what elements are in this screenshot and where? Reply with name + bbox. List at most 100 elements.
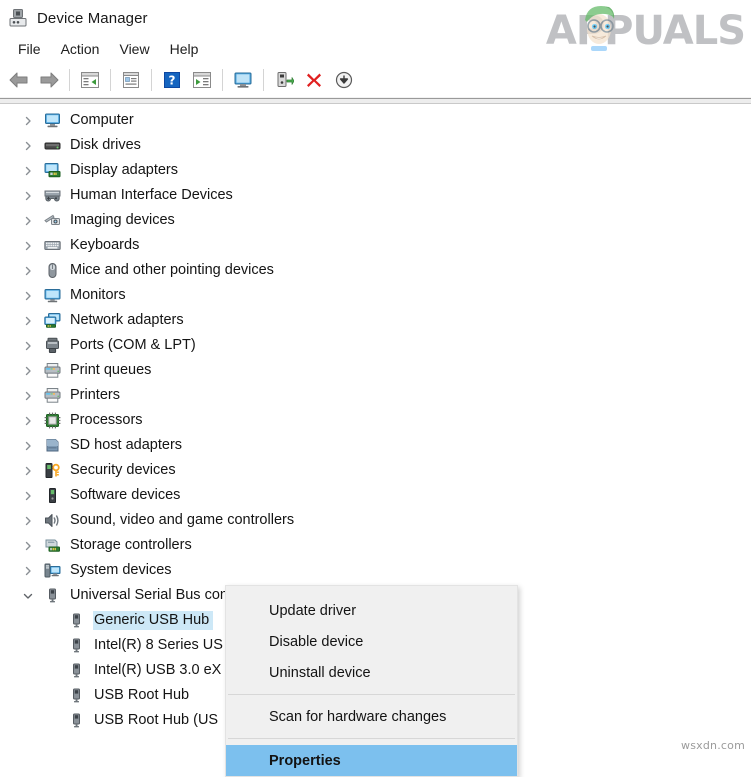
tree-item-label: Sound, video and game controllers [70,512,295,528]
security-device-icon [44,462,61,479]
usb-icon [68,712,85,729]
tree-item-software-devices[interactable]: Software devices [0,483,751,508]
context-menu-item-scan-for-hardware-changes[interactable]: Scan for hardware changes [226,701,517,732]
toolbar-separator [110,68,111,91]
toolbar-separator [69,68,70,91]
tree-item-keyboards[interactable]: Keyboards [0,233,751,258]
imaging-device-icon [44,212,61,229]
context-menu-item-properties[interactable]: Properties [226,745,517,776]
tree-item-label: Intel(R) 8 Series US [94,637,223,653]
show-hide-action-pane-icon[interactable] [187,66,217,94]
disable-device-icon[interactable] [329,66,359,94]
tree-item-ports-com-lpt[interactable]: Ports (COM & LPT) [0,333,751,358]
network-adapter-icon [44,312,61,329]
chevron-right-icon[interactable] [20,433,36,458]
menu-item-action[interactable]: Action [51,39,110,59]
tree-item-storage-controllers[interactable]: Storage controllers [0,533,751,558]
tree-item-print-queues[interactable]: Print queues [0,358,751,383]
tree-item-computer[interactable]: Computer [0,108,751,133]
printer-icon [44,387,61,404]
tree-item-label: System devices [70,562,172,578]
chevron-down-icon[interactable] [20,583,36,608]
tree-item-label: Network adapters [70,312,184,328]
chevron-right-icon[interactable] [20,508,36,533]
port-icon [44,337,61,354]
mouse-icon [44,262,61,279]
tree-item-label: Disk drives [70,137,141,153]
tree-item-mice-and-other-pointing-devices[interactable]: Mice and other pointing devices [0,258,751,283]
chevron-right-icon[interactable] [20,383,36,408]
svg-text:?: ? [169,73,176,87]
tree-item-sd-host-adapters[interactable]: SD host adapters [0,433,751,458]
menu-item-help[interactable]: Help [160,39,209,59]
help-icon[interactable]: ? [157,66,187,94]
usb-icon [68,637,85,654]
usb-icon [44,587,61,604]
back-arrow-icon[interactable] [4,66,34,94]
chevron-right-icon[interactable] [20,208,36,233]
tree-item-label: Intel(R) USB 3.0 eX [94,662,222,678]
hid-icon [44,187,61,204]
chevron-right-icon[interactable] [20,333,36,358]
device-manager-icon [8,8,28,28]
sound-device-icon [44,512,61,529]
chevron-right-icon[interactable] [20,158,36,183]
tree-item-label: Mice and other pointing devices [70,262,274,278]
tree-item-security-devices[interactable]: Security devices [0,458,751,483]
computer-icon [44,112,61,129]
usb-icon [68,662,85,679]
tree-item-imaging-devices[interactable]: Imaging devices [0,208,751,233]
uninstall-device-icon[interactable] [299,66,329,94]
tree-item-network-adapters[interactable]: Network adapters [0,308,751,333]
chevron-right-icon[interactable] [20,358,36,383]
printer-icon [44,362,61,379]
tree-item-display-adapters[interactable]: Display adapters [0,158,751,183]
tree-item-human-interface-devices[interactable]: Human Interface Devices [0,183,751,208]
tree-item-sound-video-and-game-controllers[interactable]: Sound, video and game controllers [0,508,751,533]
chevron-right-icon[interactable] [20,533,36,558]
system-device-icon [44,562,61,579]
chevron-right-icon[interactable] [20,558,36,583]
tree-item-label: Storage controllers [70,537,192,553]
tree-item-printers[interactable]: Printers [0,383,751,408]
context-menu-item-disable-device[interactable]: Disable device [226,626,517,657]
chevron-right-icon[interactable] [20,133,36,158]
chevron-right-icon[interactable] [20,258,36,283]
tree-item-label: Human Interface Devices [70,187,233,203]
tree-item-monitors[interactable]: Monitors [0,283,751,308]
tree-item-system-devices[interactable]: System devices [0,558,751,583]
context-menu-item-uninstall-device[interactable]: Uninstall device [226,657,517,688]
tree-item-processors[interactable]: Processors [0,408,751,433]
processor-icon [44,412,61,429]
context-menu-item-update-driver[interactable]: Update driver [226,595,517,626]
forward-arrow-icon[interactable] [34,66,64,94]
tree-item-label: SD host adapters [70,437,183,453]
chevron-right-icon[interactable] [20,283,36,308]
chevron-right-icon[interactable] [20,183,36,208]
tree-item-label: USB Root Hub [94,687,190,703]
display-adapter-icon [44,162,61,179]
chevron-right-icon[interactable] [20,483,36,508]
monitor-icon [44,287,61,304]
tree-item-label: Computer [70,112,134,128]
chevron-right-icon[interactable] [20,408,36,433]
chevron-right-icon[interactable] [20,458,36,483]
update-driver-icon[interactable] [269,66,299,94]
tree-item-label: Processors [70,412,143,428]
tree-item-disk-drives[interactable]: Disk drives [0,133,751,158]
show-hide-console-tree-icon[interactable] [75,66,105,94]
scan-hardware-changes-icon[interactable] [228,66,258,94]
menu-item-file[interactable]: File [8,39,51,59]
toolbar-separator [151,68,152,91]
chevron-right-icon[interactable] [20,233,36,258]
chevron-right-icon[interactable] [20,308,36,333]
usb-icon [68,687,85,704]
toolbar: ? [0,62,751,98]
properties-icon[interactable] [116,66,146,94]
tree-item-label: Generic USB Hub [93,611,214,630]
menu-item-view[interactable]: View [109,39,159,59]
tree-item-label: USB Root Hub (US [94,712,219,728]
chevron-right-icon[interactable] [20,108,36,133]
storage-controller-icon [44,537,61,554]
title-bar: Device Manager APPUALS [0,0,751,54]
